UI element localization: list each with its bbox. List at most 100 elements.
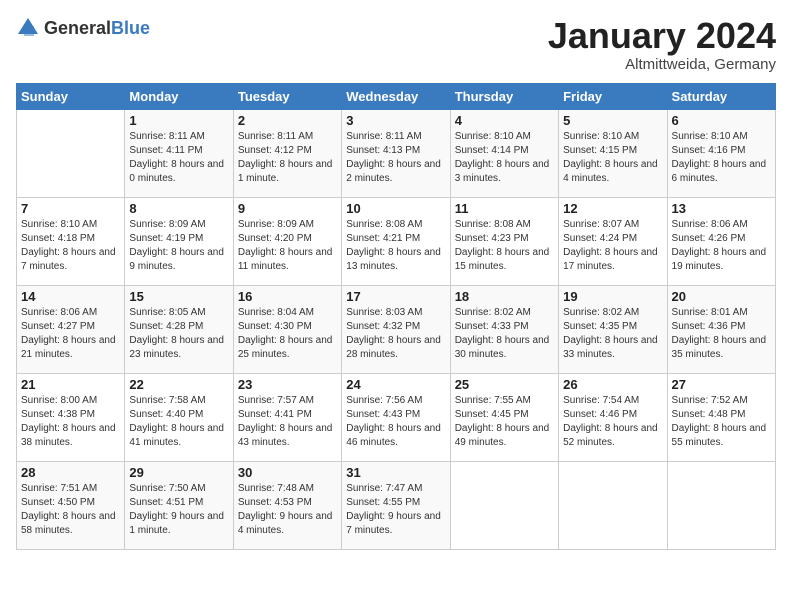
calendar-cell-w3-d0: 21 Sunrise: 8:00 AMSunset: 4:38 PMDayligh… — [17, 373, 125, 461]
day-number: 29 — [129, 465, 228, 480]
calendar-cell-w4-d1: 29Sunrise: 7:50 AMSunset: 4:51 PMDayligh… — [125, 461, 233, 549]
calendar-cell-w0-d1: 1 Sunrise: 8:11 AMSunset: 4:11 PMDaylight… — [125, 109, 233, 197]
day-info: Sunrise: 8:00 AMSunset: 4:38 PMDaylight:… — [21, 394, 120, 450]
day-number: 23 — [238, 377, 337, 392]
day-number: 10 — [346, 201, 445, 216]
calendar-cell-w2-d2: 16 Sunrise: 8:04 AMSunset: 4:30 PMDayligh… — [233, 285, 341, 373]
calendar-week-3: 21 Sunrise: 8:00 AMSunset: 4:38 PMDayligh… — [17, 373, 776, 461]
day-number: 16 — [238, 289, 337, 304]
day-number: 28 — [21, 465, 120, 480]
calendar-cell-w4-d4 — [450, 461, 558, 549]
day-info: Sunrise: 8:04 AMSunset: 4:30 PMDaylight:… — [238, 306, 337, 362]
location-title: Altmittweida, Germany — [548, 56, 776, 73]
day-info: Sunrise: 8:06 AMSunset: 4:27 PMDaylight:… — [21, 306, 120, 362]
day-info: Sunrise: 8:08 AMSunset: 4:23 PMDaylight:… — [455, 218, 554, 274]
day-number: 21 — [21, 377, 120, 392]
day-info: Sunrise: 8:03 AMSunset: 4:32 PMDaylight:… — [346, 306, 445, 362]
day-number: 9 — [238, 201, 337, 216]
calendar-cell-w1-d2: 9 Sunrise: 8:09 AMSunset: 4:20 PMDaylight… — [233, 197, 341, 285]
calendar-cell-w1-d6: 13Sunrise: 8:06 AMSunset: 4:26 PMDayligh… — [667, 197, 775, 285]
day-info: Sunrise: 7:57 AMSunset: 4:41 PMDaylight:… — [238, 394, 337, 450]
calendar-cell-w1-d0: 7 Sunrise: 8:10 AMSunset: 4:18 PMDaylight… — [17, 197, 125, 285]
day-info: Sunrise: 7:56 AMSunset: 4:43 PMDaylight:… — [346, 394, 445, 450]
calendar-cell-w1-d4: 11 Sunrise: 8:08 AMSunset: 4:23 PMDayligh… — [450, 197, 558, 285]
calendar-week-2: 14 Sunrise: 8:06 AMSunset: 4:27 PMDayligh… — [17, 285, 776, 373]
day-number: 2 — [238, 113, 337, 128]
month-title: January 2024 — [548, 16, 776, 56]
day-number: 7 — [21, 201, 120, 216]
calendar-cell-w3-d3: 24 Sunrise: 7:56 AMSunset: 4:43 PMDayligh… — [342, 373, 450, 461]
logo: GeneralBlue — [16, 16, 150, 40]
logo-text: GeneralBlue — [44, 18, 150, 39]
day-number: 31 — [346, 465, 445, 480]
calendar-cell-w4-d0: 28 Sunrise: 7:51 AMSunset: 4:50 PMDayligh… — [17, 461, 125, 549]
day-number: 4 — [455, 113, 554, 128]
day-number: 30 — [238, 465, 337, 480]
calendar-week-0: 1 Sunrise: 8:11 AMSunset: 4:11 PMDaylight… — [17, 109, 776, 197]
day-info: Sunrise: 7:48 AMSunset: 4:53 PMDaylight:… — [238, 482, 337, 538]
calendar-cell-w3-d5: 26Sunrise: 7:54 AMSunset: 4:46 PMDayligh… — [559, 373, 667, 461]
day-info: Sunrise: 8:09 AMSunset: 4:19 PMDaylight:… — [129, 218, 228, 274]
calendar-cell-w4-d6 — [667, 461, 775, 549]
calendar-cell-w3-d4: 25Sunrise: 7:55 AMSunset: 4:45 PMDayligh… — [450, 373, 558, 461]
day-number: 20 — [672, 289, 771, 304]
calendar-cell-w3-d1: 22Sunrise: 7:58 AMSunset: 4:40 PMDayligh… — [125, 373, 233, 461]
day-info: Sunrise: 8:01 AMSunset: 4:36 PMDaylight:… — [672, 306, 771, 362]
day-number: 19 — [563, 289, 662, 304]
day-info: Sunrise: 8:10 AMSunset: 4:18 PMDaylight:… — [21, 218, 120, 274]
calendar-cell-w2-d6: 20 Sunrise: 8:01 AMSunset: 4:36 PMDayligh… — [667, 285, 775, 373]
calendar-cell-w0-d6: 6 Sunrise: 8:10 AMSunset: 4:16 PMDaylight… — [667, 109, 775, 197]
logo-blue: Blue — [111, 18, 150, 38]
calendar-container: GeneralBlue January 2024 Altmittweida, G… — [0, 0, 792, 558]
calendar-cell-w4-d2: 30 Sunrise: 7:48 AMSunset: 4:53 PMDayligh… — [233, 461, 341, 549]
calendar-cell-w2-d5: 19 Sunrise: 8:02 AMSunset: 4:35 PMDayligh… — [559, 285, 667, 373]
calendar-cell-w1-d3: 10 Sunrise: 8:08 AMSunset: 4:21 PMDayligh… — [342, 197, 450, 285]
calendar-cell-w1-d5: 12Sunrise: 8:07 AMSunset: 4:24 PMDayligh… — [559, 197, 667, 285]
calendar-cell-w3-d6: 27 Sunrise: 7:52 AMSunset: 4:48 PMDayligh… — [667, 373, 775, 461]
calendar-cell-w0-d3: 3Sunrise: 8:11 AMSunset: 4:13 PMDaylight… — [342, 109, 450, 197]
day-number: 27 — [672, 377, 771, 392]
col-thursday: Thursday — [450, 83, 558, 109]
col-tuesday: Tuesday — [233, 83, 341, 109]
calendar-cell-w2-d4: 18 Sunrise: 8:02 AMSunset: 4:33 PMDayligh… — [450, 285, 558, 373]
day-info: Sunrise: 7:52 AMSunset: 4:48 PMDaylight:… — [672, 394, 771, 450]
day-number: 18 — [455, 289, 554, 304]
day-info: Sunrise: 8:10 AMSunset: 4:15 PMDaylight:… — [563, 130, 662, 186]
calendar-cell-w4-d5 — [559, 461, 667, 549]
day-info: Sunrise: 8:11 AMSunset: 4:11 PMDaylight:… — [129, 130, 228, 186]
col-monday: Monday — [125, 83, 233, 109]
day-info: Sunrise: 8:10 AMSunset: 4:14 PMDaylight:… — [455, 130, 554, 186]
calendar-header-row: Sunday Monday Tuesday Wednesday Thursday… — [17, 83, 776, 109]
day-info: Sunrise: 7:51 AMSunset: 4:50 PMDaylight:… — [21, 482, 120, 538]
day-info: Sunrise: 7:47 AMSunset: 4:55 PMDaylight:… — [346, 482, 445, 538]
calendar-cell-w1-d1: 8 Sunrise: 8:09 AMSunset: 4:19 PMDaylight… — [125, 197, 233, 285]
day-number: 5 — [563, 113, 662, 128]
calendar-cell-w2-d3: 17Sunrise: 8:03 AMSunset: 4:32 PMDayligh… — [342, 285, 450, 373]
calendar-cell-w2-d0: 14 Sunrise: 8:06 AMSunset: 4:27 PMDayligh… — [17, 285, 125, 373]
day-info: Sunrise: 8:02 AMSunset: 4:35 PMDaylight:… — [563, 306, 662, 362]
day-number: 8 — [129, 201, 228, 216]
day-info: Sunrise: 8:08 AMSunset: 4:21 PMDaylight:… — [346, 218, 445, 274]
day-info: Sunrise: 7:58 AMSunset: 4:40 PMDaylight:… — [129, 394, 228, 450]
title-block: January 2024 Altmittweida, Germany — [548, 16, 776, 73]
day-number: 12 — [563, 201, 662, 216]
day-number: 15 — [129, 289, 228, 304]
col-friday: Friday — [559, 83, 667, 109]
day-number: 11 — [455, 201, 554, 216]
day-number: 1 — [129, 113, 228, 128]
day-number: 6 — [672, 113, 771, 128]
day-info: Sunrise: 8:02 AMSunset: 4:33 PMDaylight:… — [455, 306, 554, 362]
day-number: 3 — [346, 113, 445, 128]
day-info: Sunrise: 8:10 AMSunset: 4:16 PMDaylight:… — [672, 130, 771, 186]
day-number: 14 — [21, 289, 120, 304]
logo-general: General — [44, 18, 111, 38]
day-info: Sunrise: 8:05 AMSunset: 4:28 PMDaylight:… — [129, 306, 228, 362]
calendar-cell-w0-d0 — [17, 109, 125, 197]
day-number: 25 — [455, 377, 554, 392]
day-number: 24 — [346, 377, 445, 392]
day-number: 26 — [563, 377, 662, 392]
calendar-cell-w0-d4: 4 Sunrise: 8:10 AMSunset: 4:14 PMDaylight… — [450, 109, 558, 197]
calendar-table: Sunday Monday Tuesday Wednesday Thursday… — [16, 83, 776, 550]
calendar-week-4: 28 Sunrise: 7:51 AMSunset: 4:50 PMDayligh… — [17, 461, 776, 549]
day-info: Sunrise: 8:09 AMSunset: 4:20 PMDaylight:… — [238, 218, 337, 274]
